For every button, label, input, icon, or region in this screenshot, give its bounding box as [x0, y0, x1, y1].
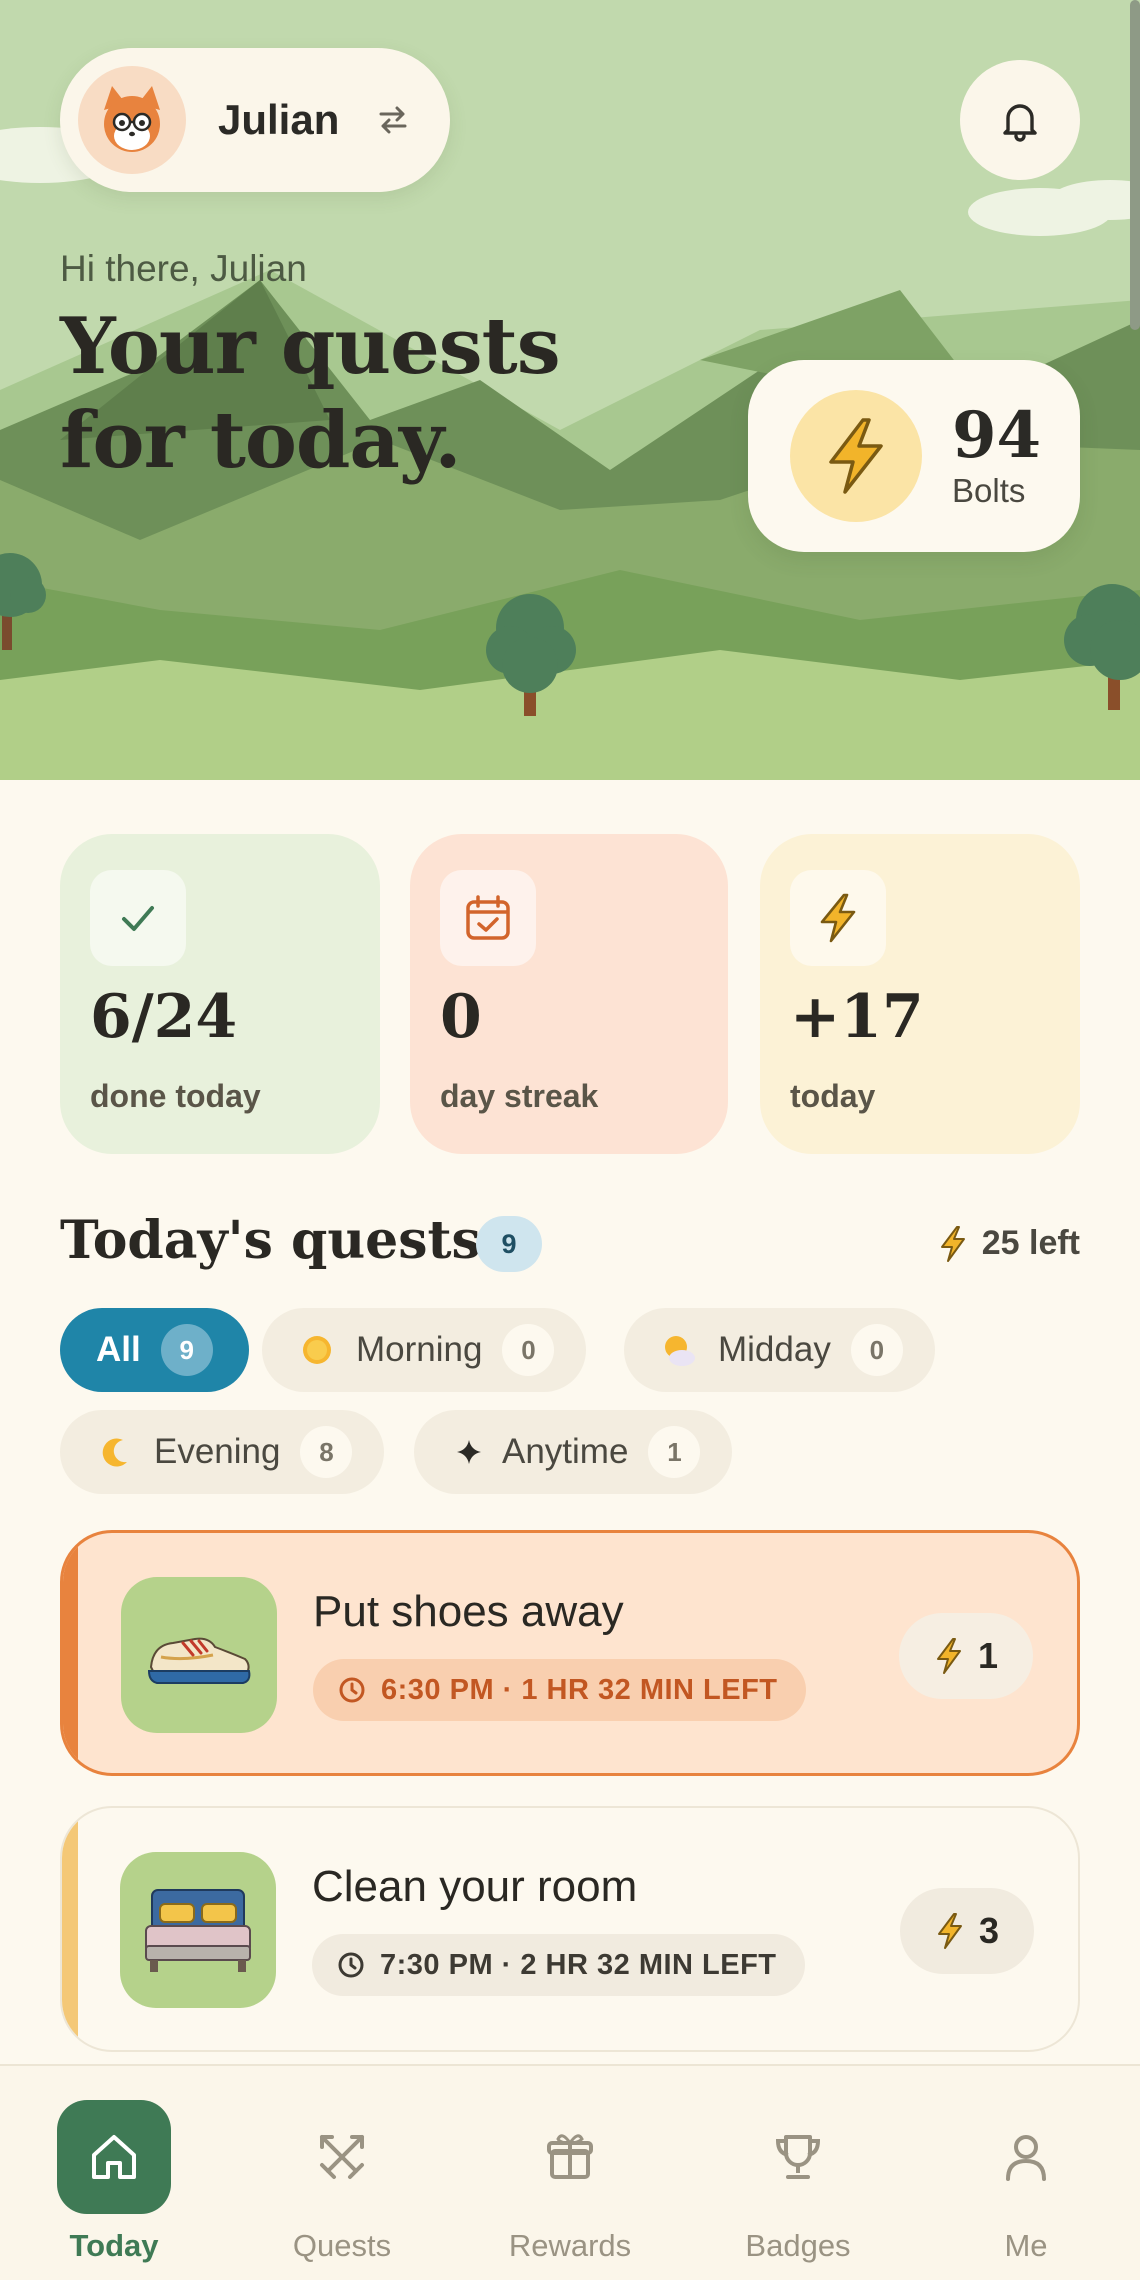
sun-cloud-icon	[660, 1331, 698, 1369]
quest-time-text: 7:30 PM · 2 HR 32 MIN LEFT	[380, 1948, 777, 1981]
stat-label: day streak	[440, 1078, 599, 1114]
quest-title: Put shoes away	[313, 1587, 624, 1636]
stat-value: 6/24	[90, 982, 238, 1052]
nav-label: Me	[1004, 2228, 1048, 2263]
notifications-button[interactable]	[960, 60, 1080, 180]
home-icon	[57, 2100, 171, 2214]
nav-item-me[interactable]: Me	[946, 2100, 1106, 2264]
filter-label: Morning	[356, 1330, 483, 1369]
bolt-icon	[820, 893, 856, 943]
nav-label: Rewards	[508, 2228, 632, 2263]
quest-time-pill: 7:30 PM · 2 HR 32 MIN LEFT	[312, 1934, 805, 1996]
stat-card-done: 6/24 done today	[60, 834, 380, 1154]
stat-icon-container	[440, 870, 536, 966]
quest-title: Clean your room	[312, 1862, 638, 1911]
bolts-left-label: 25 left	[981, 1224, 1080, 1262]
filter-label: Evening	[154, 1432, 281, 1471]
bolts-left-indicator: 25 left	[938, 1224, 1080, 1263]
nav-item-badges[interactable]: Badges	[718, 2100, 878, 2264]
quest-card[interactable]: Put shoes away 6:30 PM · 1 HR 32 MIN LEF…	[60, 1530, 1080, 1776]
nav-label: Badges	[745, 2228, 851, 2263]
greeting-text: Hi there, Julian	[60, 248, 307, 289]
quest-time-pill: 6:30 PM · 1 HR 32 MIN LEFT	[313, 1659, 806, 1721]
quest-points-badge: 3	[900, 1888, 1034, 1974]
bell-icon	[1003, 104, 1037, 142]
stat-card-bolts-today: +17 today	[760, 834, 1080, 1154]
quest-count-badge: 9	[476, 1216, 542, 1272]
check-icon	[122, 906, 154, 931]
stat-icon-container	[790, 870, 886, 966]
filter-count: 0	[502, 1324, 555, 1376]
sparkle-icon	[450, 1433, 488, 1471]
filter-label: Midday	[718, 1330, 831, 1369]
filter-label: Anytime	[502, 1432, 629, 1471]
stat-label: done today	[90, 1078, 261, 1114]
nav-item-today[interactable]: Today	[34, 2100, 194, 2264]
profile-switcher[interactable]: Julian	[60, 48, 450, 192]
sun-icon	[298, 1331, 336, 1369]
stat-icon-container	[90, 870, 186, 966]
filter-chip-anytime[interactable]: Anytime 1	[414, 1410, 733, 1494]
avatar	[78, 66, 186, 174]
filter-count: 1	[648, 1426, 701, 1478]
bolts-count: 94	[952, 398, 1042, 473]
bottom-nav: Today Quests Rewards Badges Me	[0, 2064, 1140, 2280]
page-title: Your quests for today.	[60, 301, 561, 486]
bolt-icon	[829, 418, 883, 494]
quest-points: 3	[978, 1910, 1000, 1951]
stat-value: +17	[790, 982, 924, 1052]
bed-icon	[145, 1889, 251, 1972]
scrollbar[interactable]	[1130, 0, 1140, 330]
filter-count: 9	[160, 1324, 213, 1376]
section-title: Today's quests	[60, 1210, 481, 1271]
filter-label: All	[96, 1330, 141, 1369]
quest-thumbnail	[120, 1852, 276, 2008]
filter-chip-all[interactable]: All 9	[60, 1308, 249, 1392]
quest-status-bar	[63, 1533, 78, 1773]
quest-points: 1	[977, 1635, 999, 1676]
shoe-icon	[147, 1637, 251, 1684]
trophy-icon	[741, 2100, 855, 2214]
filter-chip-midday[interactable]: Midday 0	[624, 1308, 935, 1392]
quest-status-bar	[62, 1808, 78, 2050]
moon-icon	[96, 1433, 134, 1471]
bolt-icon	[936, 1638, 961, 1674]
bolts-label: Bolts	[952, 472, 1026, 509]
stat-label: today	[790, 1078, 876, 1114]
stat-value: 0	[440, 982, 482, 1052]
quest-points-badge: 1	[899, 1613, 1033, 1699]
fox-avatar-icon	[104, 86, 160, 152]
swap-icon	[379, 106, 407, 134]
filter-count: 8	[300, 1426, 353, 1478]
quest-time-text: 6:30 PM · 1 HR 32 MIN LEFT	[381, 1673, 778, 1706]
bolt-icon	[937, 1913, 962, 1949]
nav-item-rewards[interactable]: Rewards	[490, 2100, 650, 2264]
bolts-coin	[790, 390, 922, 522]
calendar-check-icon	[466, 895, 510, 940]
bolts-balance-card[interactable]: 94 Bolts	[748, 360, 1080, 552]
filter-chip-morning[interactable]: Morning 0	[262, 1308, 587, 1392]
filter-chip-evening[interactable]: Evening 8	[60, 1410, 385, 1494]
nav-label: Today	[69, 2228, 159, 2263]
profile-name: Julian	[218, 96, 340, 143]
clock-icon	[339, 1677, 365, 1703]
stat-card-streak: 0 day streak	[410, 834, 728, 1154]
user-icon	[969, 2100, 1083, 2214]
swords-icon	[285, 2100, 399, 2214]
bolt-icon	[940, 1225, 965, 1262]
quest-thumbnail	[121, 1577, 277, 1733]
clock-icon	[338, 1952, 364, 1978]
filter-count: 0	[850, 1324, 903, 1376]
quest-card[interactable]: Clean your room 7:30 PM · 2 HR 32 MIN LE…	[60, 1806, 1080, 2052]
nav-item-quests[interactable]: Quests	[262, 2100, 422, 2264]
nav-label: Quests	[292, 2228, 392, 2263]
gift-icon	[513, 2100, 627, 2214]
